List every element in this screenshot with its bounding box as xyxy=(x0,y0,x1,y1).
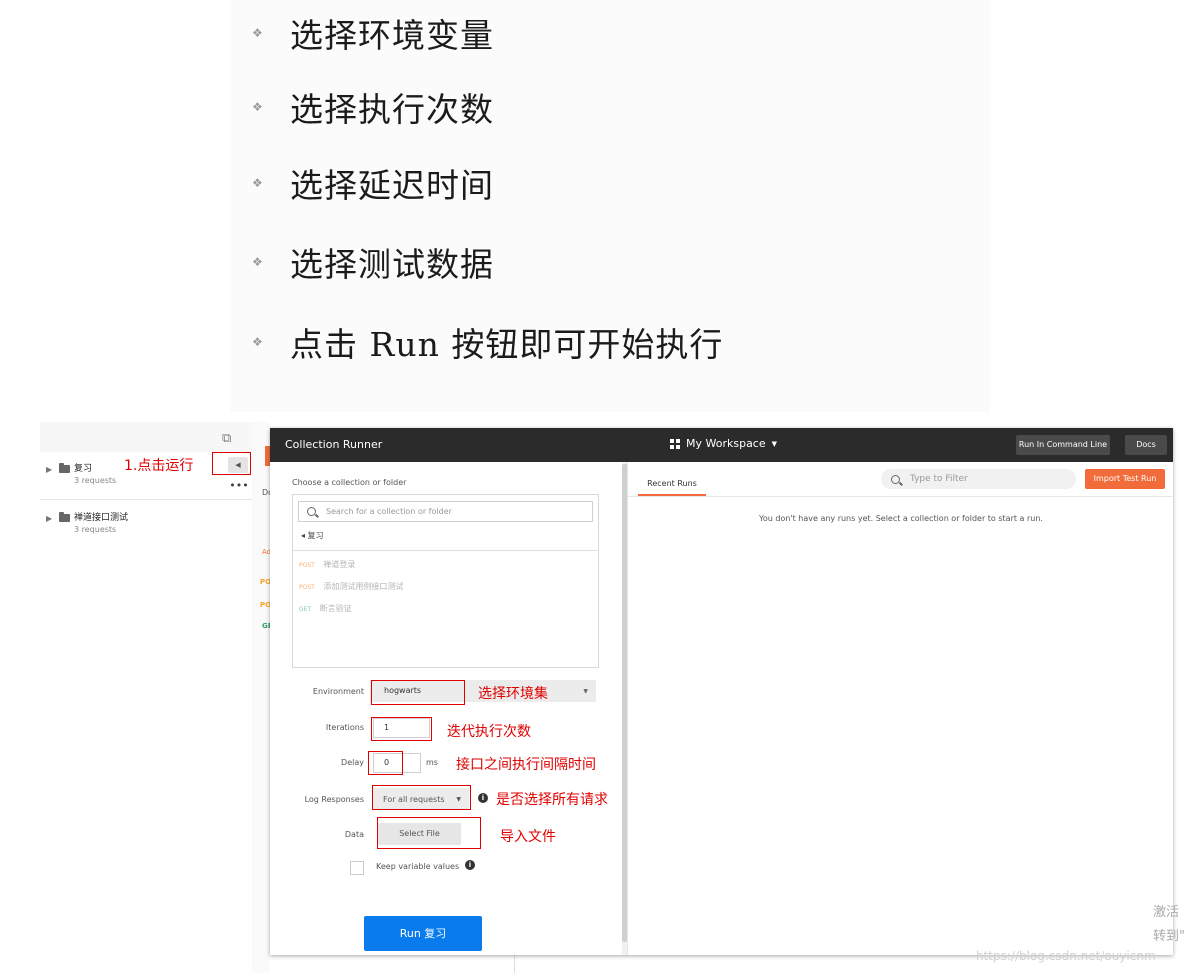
slide-bullet: ❖ 选择环境变量 xyxy=(250,8,950,58)
blog-url-watermark: https://blog.csdn.net/ouyicnm xyxy=(976,949,1156,963)
search-placeholder: Search for a collection or folder xyxy=(326,507,452,516)
annotation-log: 是否选择所有请求 xyxy=(496,792,608,808)
annotation-delay: 接口之间执行间隔时间 xyxy=(456,757,596,773)
environment-label: Environment xyxy=(312,687,364,696)
info-icon[interactable]: i xyxy=(478,793,488,803)
info-icon[interactable]: i xyxy=(465,860,475,870)
folder-icon xyxy=(59,463,70,473)
docs-button[interactable]: Docs xyxy=(1125,435,1167,455)
search-icon xyxy=(307,507,316,516)
slide-bullet-text: 选择环境变量 xyxy=(290,16,494,55)
sidebar-collection-item[interactable]: ▶ 禅道接口测试 3 requests xyxy=(40,504,252,548)
slide-bullet: ❖ 选择延迟时间 xyxy=(250,158,950,208)
log-responses-label: Log Responses xyxy=(304,795,364,804)
iterations-label: Iterations xyxy=(325,723,364,732)
diamond-bullet-icon: ❖ xyxy=(252,176,263,190)
search-icon xyxy=(891,474,900,484)
delay-label: Delay xyxy=(341,758,364,767)
slide-bullet: ❖ 选择执行次数 xyxy=(250,82,950,132)
run-in-command-line-button[interactable]: Run In Command Line xyxy=(1016,435,1110,455)
annotation-box-iterations xyxy=(371,717,432,741)
annotation-data: 导入文件 xyxy=(500,829,556,845)
more-options-button[interactable]: ••• xyxy=(228,480,250,496)
keep-variable-values-label: Keep variable values xyxy=(376,862,460,871)
request-item[interactable]: POST 添加测试用例接口测试 xyxy=(299,581,403,592)
run-button[interactable]: Run 复习 xyxy=(364,916,482,951)
slide-bullet-text: 选择执行次数 xyxy=(290,90,494,129)
diamond-bullet-icon: ❖ xyxy=(252,255,263,269)
collection-request-count: 3 requests xyxy=(74,525,117,534)
collection-list: Search for a collection or folder ◂ 复习 P… xyxy=(292,494,599,668)
sidebar-toolbar xyxy=(40,422,252,452)
annotation-box-delay xyxy=(368,751,403,775)
choose-collection-label: Choose a collection or folder xyxy=(292,478,407,487)
new-collection-icon[interactable]: ⧉ xyxy=(222,432,236,446)
divider xyxy=(628,496,1174,497)
collection-request-count: 3 requests xyxy=(74,476,117,485)
slide-bullet-text: 选择测试数据 xyxy=(290,245,494,284)
runner-header: Collection Runner My Workspace ▼ Run In … xyxy=(270,428,1173,462)
diamond-bullet-icon: ❖ xyxy=(252,335,263,349)
empty-state-message: You don't have any runs yet. Select a co… xyxy=(759,514,1043,523)
annotation-box-data xyxy=(377,817,481,849)
annotation-run: 1.点击运行 xyxy=(124,458,194,474)
annotation-box-environment xyxy=(371,680,465,705)
caret-down-icon: ▼ xyxy=(583,688,588,695)
runner-title: Collection Runner xyxy=(285,438,383,451)
background-main-panel xyxy=(252,422,270,973)
recent-runs-panel: Recent Runs Type to Filter Import Test R… xyxy=(627,462,1174,955)
filter-placeholder: Type to Filter xyxy=(910,474,968,484)
folder-icon xyxy=(59,512,70,522)
tab-recent-runs[interactable]: Recent Runs xyxy=(638,474,706,496)
slide-bullet: ❖ 点击 Run 按钮即可开始执行 xyxy=(250,317,950,367)
windows-activation-text: 激活 xyxy=(1153,905,1180,920)
slide-bullet: ❖ 选择测试数据 xyxy=(250,237,950,287)
annotation-iterations: 迭代执行次数 xyxy=(447,724,531,740)
caret-right-icon[interactable]: ▶ xyxy=(46,465,52,474)
workspace-name: My Workspace xyxy=(686,437,766,450)
method-badge: GET xyxy=(299,606,312,613)
annotation-environment: 选择环境集 xyxy=(478,686,548,702)
slide-bullet-text: 点击 Run 按钮即可开始执行 xyxy=(290,325,724,364)
request-name: 添加测试用例接口测试 xyxy=(323,582,404,591)
divider xyxy=(293,550,598,551)
collection-name: 禅道接口测试 xyxy=(74,513,129,523)
diamond-bullet-icon: ❖ xyxy=(252,26,263,40)
data-label: Data xyxy=(344,830,364,839)
method-badge: POST xyxy=(299,562,315,569)
request-item[interactable]: GET 断言验证 xyxy=(299,603,352,614)
annotation-box-run xyxy=(212,452,251,475)
windows-activation-subtext: 转到" xyxy=(1153,929,1185,944)
diamond-bullet-icon: ❖ xyxy=(252,100,263,114)
delay-unit: ms xyxy=(426,758,438,767)
collection-search-input[interactable]: Search for a collection or folder xyxy=(298,501,593,522)
import-test-run-button[interactable]: Import Test Run xyxy=(1085,469,1165,489)
workspace-switcher[interactable]: My Workspace ▼ xyxy=(670,437,777,450)
background-divider xyxy=(514,955,515,973)
breadcrumb[interactable]: ◂ 复习 xyxy=(301,530,324,541)
collection-name: 复习 xyxy=(74,464,93,474)
slide-bullet-text: 选择延迟时间 xyxy=(290,166,494,205)
caret-right-icon[interactable]: ▶ xyxy=(46,514,52,523)
filter-input[interactable]: Type to Filter xyxy=(881,469,1076,489)
request-item[interactable]: POST 禅道登录 xyxy=(299,559,355,570)
request-name: 断言验证 xyxy=(319,604,352,613)
method-badge: POST xyxy=(299,584,315,591)
divider xyxy=(40,499,252,500)
request-name: 禅道登录 xyxy=(323,560,356,569)
keep-variable-values-checkbox[interactable] xyxy=(350,861,364,875)
annotation-box-log xyxy=(372,785,471,810)
grid-icon xyxy=(670,438,680,449)
caret-down-icon: ▼ xyxy=(771,439,778,448)
